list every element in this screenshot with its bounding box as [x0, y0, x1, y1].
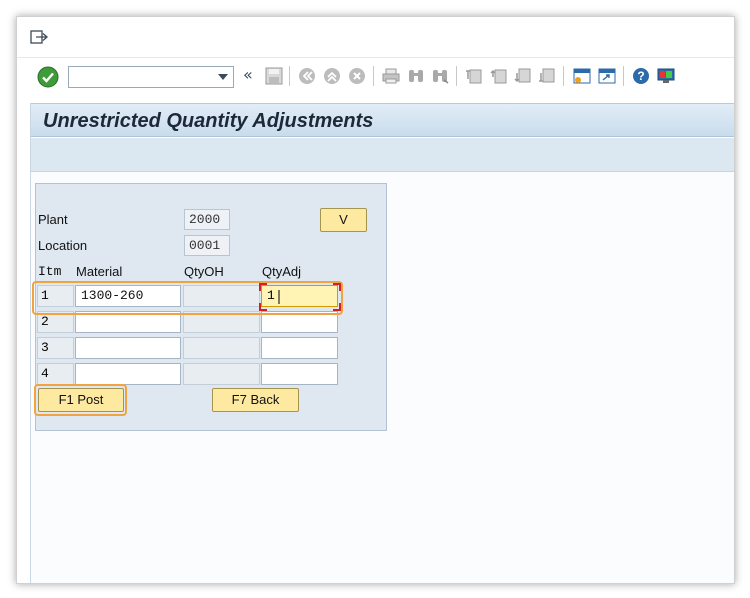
last-page-icon[interactable] — [538, 67, 556, 85]
find-next-icon[interactable] — [431, 67, 449, 85]
new-session-icon[interactable] — [573, 67, 591, 85]
v-button[interactable]: V — [320, 208, 367, 232]
first-page-icon[interactable] — [465, 67, 483, 85]
row-3-qtyoh — [183, 337, 260, 359]
history-back-icon[interactable]: « — [243, 65, 253, 84]
column-header-qtyadj: QtyAdj — [262, 264, 302, 279]
back-button[interactable]: F7 Back — [212, 388, 299, 412]
row-4-itm: 4 — [37, 363, 74, 385]
chevron-down-icon[interactable] — [218, 74, 228, 80]
column-header-material: Material — [76, 264, 123, 279]
application-toolbar — [31, 138, 734, 172]
sap-window: « ? Unrestricted Quantity Adjustments Pl… — [16, 16, 735, 584]
previous-page-icon[interactable] — [490, 67, 508, 85]
plant-field: 2000 — [184, 209, 230, 230]
exit-menu-icon[interactable] — [30, 29, 48, 45]
shortcut-icon[interactable] — [598, 67, 616, 85]
page-title: Unrestricted Quantity Adjustments — [43, 110, 374, 132]
row-4-material-input[interactable] — [75, 363, 181, 385]
cancel-icon[interactable] — [348, 67, 366, 85]
find-icon[interactable] — [407, 67, 425, 85]
exit-icon[interactable] — [323, 67, 341, 85]
column-header-qtyoh: QtyOH — [184, 264, 224, 279]
print-icon[interactable] — [382, 67, 400, 85]
column-header-itm: Itm — [38, 264, 62, 279]
row-3-material-input[interactable] — [75, 337, 181, 359]
next-page-icon[interactable] — [514, 67, 532, 85]
row-3-itm: 3 — [37, 337, 74, 359]
standard-toolbar: « ? — [17, 57, 734, 93]
location-label: Location — [38, 238, 88, 253]
help-icon[interactable]: ? — [632, 67, 650, 85]
post-button-highlight — [34, 384, 127, 416]
svg-text:?: ? — [637, 69, 644, 83]
menu-bar — [17, 17, 734, 57]
row-3-qtyadj-input[interactable] — [261, 337, 338, 359]
customize-layout-icon[interactable] — [657, 67, 675, 85]
location-field: 0001 — [184, 235, 230, 256]
row-4-qtyoh — [183, 363, 260, 385]
plant-label: Plant — [38, 212, 68, 227]
title-bar: Unrestricted Quantity Adjustments — [31, 103, 734, 137]
save-icon[interactable] — [265, 67, 283, 85]
command-field[interactable] — [68, 66, 234, 88]
check-icon[interactable] — [37, 66, 59, 88]
row-4-qtyadj-input[interactable] — [261, 363, 338, 385]
back-icon[interactable] — [298, 67, 316, 85]
focus-bracket-icon — [259, 283, 341, 311]
